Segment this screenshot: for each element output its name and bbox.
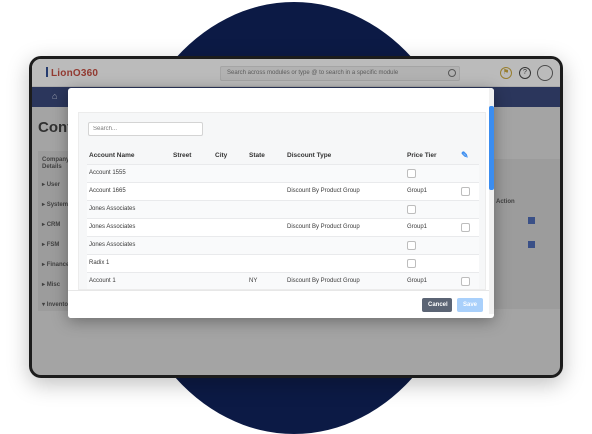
cell-state: NY (247, 271, 285, 289)
cell-street (171, 217, 213, 236)
cell-price-tier: Group1 (405, 181, 459, 200)
price-tier-checkbox[interactable] (407, 168, 416, 178)
row-select-checkbox[interactable] (461, 276, 470, 286)
cell-select (459, 163, 479, 182)
cell-street (171, 181, 213, 200)
cell-account-name: Account 1665 (87, 181, 171, 200)
table-row[interactable]: Jones Associates Discount By Product Gro… (87, 217, 479, 236)
pencil-icon[interactable]: ✎ (461, 150, 469, 160)
cell-price-tier: Group1 (405, 271, 459, 289)
column-header-account-name[interactable]: Account Name (87, 147, 171, 164)
table-row[interactable]: Account 1665 Discount By Product Group G… (87, 181, 479, 200)
table-row[interactable]: Jones Associates (87, 235, 479, 254)
cell-street (171, 199, 213, 218)
column-header-street[interactable]: Street (171, 147, 213, 164)
cell-state (247, 181, 285, 200)
accounts-table: Account Name Street City State Discount … (87, 147, 479, 289)
cell-street (171, 235, 213, 254)
cell-state (247, 217, 285, 236)
cell-street (171, 253, 213, 272)
modal-scrollbar-thumb[interactable] (489, 106, 494, 190)
table-header-row: Account Name Street City State Discount … (87, 147, 479, 164)
cell-discount-type (285, 235, 405, 254)
laptop-frame: LionO360 Search across modules or type @… (29, 56, 563, 378)
column-header-price-tier[interactable]: Price Tier (405, 147, 459, 164)
table-row[interactable]: Account 1 NY Discount By Product Group G… (87, 271, 479, 289)
stage: LionO360 Search across modules or type @… (0, 0, 592, 434)
cell-price-tier (405, 235, 459, 254)
cell-select (459, 199, 479, 218)
price-tier-checkbox[interactable] (407, 258, 416, 268)
cell-city (213, 253, 247, 272)
cell-city (213, 181, 247, 200)
account-price-tier-modal: Account Name Street City State Discount … (68, 88, 494, 318)
cell-select (459, 217, 479, 236)
cell-discount-type: Discount By Product Group (285, 271, 405, 289)
cell-select (459, 271, 479, 289)
cell-account-name: Jones Associates (87, 235, 171, 254)
cell-account-name: Jones Associates (87, 217, 171, 236)
accounts-search-input[interactable] (88, 122, 203, 136)
cell-discount-type (285, 199, 405, 218)
cell-discount-type (285, 163, 405, 182)
cell-state (247, 235, 285, 254)
accounts-table-panel: Account Name Street City State Discount … (78, 112, 486, 290)
cell-select (459, 235, 479, 254)
table-row[interactable]: Account 1555 (87, 163, 479, 182)
modal-footer: Cancel Save (68, 290, 489, 318)
cell-select (459, 181, 479, 200)
row-select-checkbox[interactable] (461, 186, 470, 196)
cell-city (213, 271, 247, 289)
cell-city (213, 199, 247, 218)
price-tier-checkbox[interactable] (407, 204, 416, 214)
cell-street (171, 271, 213, 289)
cell-state (247, 163, 285, 182)
edit-columns-cell: ✎ (459, 147, 479, 164)
save-button[interactable]: Save (457, 298, 483, 312)
cancel-button[interactable]: Cancel (422, 298, 452, 312)
cell-price-tier (405, 199, 459, 218)
cell-discount-type (285, 253, 405, 272)
column-header-city[interactable]: City (213, 147, 247, 164)
price-tier-checkbox[interactable] (407, 240, 416, 250)
column-header-discount-type[interactable]: Discount Type (285, 147, 405, 164)
cell-street (171, 163, 213, 182)
cell-state (247, 253, 285, 272)
table-row[interactable]: Jones Associates (87, 199, 479, 218)
column-header-state[interactable]: State (247, 147, 285, 164)
cell-account-name: Account 1 (87, 271, 171, 289)
cell-discount-type: Discount By Product Group (285, 181, 405, 200)
row-select-checkbox[interactable] (461, 222, 470, 232)
cell-state (247, 199, 285, 218)
cell-price-tier (405, 253, 459, 272)
cell-select (459, 253, 479, 272)
cell-account-name: Jones Associates (87, 199, 171, 218)
cell-account-name: Radix 1 (87, 253, 171, 272)
app-screen: LionO360 Search across modules or type @… (32, 59, 560, 375)
cell-account-name: Account 1555 (87, 163, 171, 182)
cell-discount-type: Discount By Product Group (285, 217, 405, 236)
cell-city (213, 235, 247, 254)
cell-price-tier (405, 163, 459, 182)
cell-city (213, 163, 247, 182)
table-row[interactable]: Radix 1 (87, 253, 479, 272)
cell-price-tier: Group1 (405, 217, 459, 236)
cell-city (213, 217, 247, 236)
